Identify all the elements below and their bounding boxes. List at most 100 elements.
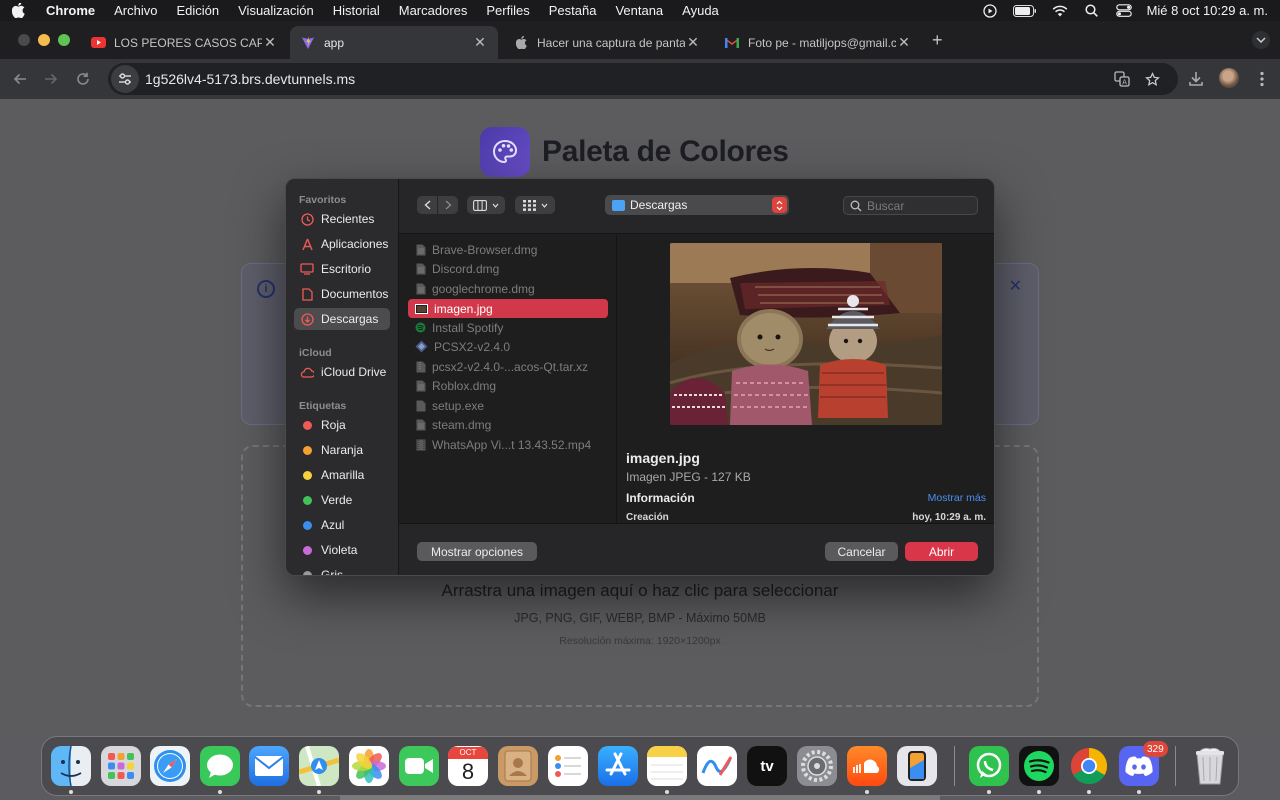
messages-icon[interactable] [200, 746, 240, 786]
tab-youtube[interactable]: LOS PEORES CASOS CAPTADOS ✕ [80, 26, 288, 59]
calendar-icon[interactable]: OCT 8 [448, 746, 488, 786]
wifi-icon[interactable] [1051, 4, 1069, 18]
site-info-icon[interactable] [111, 65, 139, 93]
app-store-icon[interactable] [598, 746, 638, 786]
facetime-icon[interactable] [399, 746, 439, 786]
apple-tv-icon[interactable]: tv [747, 746, 787, 786]
menu-archivo[interactable]: Archivo [114, 3, 157, 18]
tag-label: Amarilla [321, 468, 365, 482]
file-row[interactable]: Roblox.dmg [408, 376, 608, 395]
tag-roja[interactable]: Roja [294, 414, 390, 436]
tag-gris[interactable]: Gris [294, 564, 390, 575]
tag-amarilla[interactable]: Amarilla [294, 464, 390, 486]
file-row[interactable]: googlechrome.dmg [408, 279, 608, 298]
search-field[interactable]: Buscar [843, 196, 978, 215]
iphone-mirroring-icon[interactable] [897, 746, 937, 786]
close-tab-icon[interactable]: ✕ [685, 34, 701, 51]
tab-captura[interactable]: Hacer una captura de pantalla ✕ [503, 26, 711, 59]
close-tab-icon[interactable]: ✕ [472, 34, 488, 51]
cancel-button[interactable]: Cancelar [825, 542, 898, 561]
apple-menu-icon[interactable] [12, 3, 28, 18]
sidebar-item-icloud-drive[interactable]: iCloud Drive [294, 361, 390, 383]
launchpad-icon[interactable] [101, 746, 141, 786]
file-row[interactable]: PCSX2-v2.4.0 [408, 337, 608, 356]
address-bar[interactable]: 1g526lv4-5173.brs.devtunnels.ms A [108, 63, 1178, 95]
file-row[interactable]: steam.dmg [408, 415, 608, 434]
more-menu-icon[interactable] [1252, 69, 1272, 89]
menu-marcadores[interactable]: Marcadores [399, 3, 468, 18]
maps-icon[interactable] [299, 746, 339, 786]
menu-perfiles[interactable]: Perfiles [486, 3, 529, 18]
open-button[interactable]: Abrir [905, 542, 978, 561]
spotify-app-icon[interactable] [1019, 746, 1059, 786]
running-indicator [1087, 790, 1091, 794]
whatsapp-icon[interactable] [969, 746, 1009, 786]
control-center-icon[interactable] [1115, 4, 1133, 18]
safari-icon[interactable] [150, 746, 190, 786]
file-row[interactable]: setup.exe [408, 396, 608, 415]
close-window-button[interactable] [18, 34, 30, 46]
menu-app-chrome[interactable]: Chrome [46, 3, 95, 18]
menu-bar-clock[interactable]: Mié 8 oct 10:29 a. m. [1147, 3, 1268, 18]
file-row[interactable]: Install Spotify [408, 318, 608, 337]
file-row[interactable]: Discord.dmg [408, 259, 608, 278]
close-tab-icon[interactable]: ✕ [262, 34, 278, 51]
forward-chevron-icon[interactable] [438, 196, 458, 214]
sidebar-item-escritorio[interactable]: Escritorio [294, 258, 390, 280]
file-row[interactable]: Brave-Browser.dmg [408, 240, 608, 259]
menu-ventana[interactable]: Ventana [615, 3, 663, 18]
menu-historial[interactable]: Historial [333, 3, 380, 18]
minimize-window-button[interactable] [38, 34, 50, 46]
translate-icon[interactable]: A [1114, 71, 1130, 87]
tag-violeta[interactable]: Violeta [294, 539, 390, 561]
profile-avatar[interactable] [1219, 68, 1239, 88]
freeform-icon[interactable] [697, 746, 737, 786]
tab-search-button[interactable] [1252, 31, 1270, 49]
battery-icon[interactable] [1012, 4, 1037, 18]
tag-naranja[interactable]: Naranja [294, 439, 390, 461]
location-popup[interactable]: Descargas [605, 195, 789, 215]
finder-icon[interactable] [51, 746, 91, 786]
file-row-selected[interactable]: imagen.jpg [408, 299, 608, 318]
column-view-button[interactable] [467, 196, 505, 214]
soundcloud-icon[interactable] [847, 746, 887, 786]
trash-icon[interactable] [1190, 746, 1230, 786]
menu-pestana[interactable]: Pestaña [549, 3, 597, 18]
contacts-icon[interactable] [498, 746, 538, 786]
running-indicator [865, 790, 869, 794]
show-more-link[interactable]: Mostrar más [928, 492, 986, 504]
sidebar-item-recientes[interactable]: Recientes [294, 208, 390, 230]
tag-verde[interactable]: Verde [294, 489, 390, 511]
chrome-app-icon[interactable] [1069, 746, 1109, 786]
tab-app[interactable]: app ✕ [290, 26, 498, 59]
back-chevron-icon[interactable] [417, 196, 437, 214]
menu-edicion[interactable]: Edición [176, 3, 219, 18]
tag-azul[interactable]: Azul [294, 514, 390, 536]
file-row[interactable]: WhatsApp Vi...t 13.43.52.mp4 [408, 435, 608, 454]
show-options-button[interactable]: Mostrar opciones [417, 542, 537, 561]
system-settings-icon[interactable] [797, 746, 837, 786]
mail-icon[interactable] [249, 746, 289, 786]
notes-icon[interactable] [647, 746, 687, 786]
zoom-window-button[interactable] [58, 34, 70, 46]
menu-visualizacion[interactable]: Visualización [238, 3, 314, 18]
back-arrow-icon[interactable] [10, 69, 30, 89]
close-banner-icon[interactable]: ✕ [1009, 276, 1022, 296]
new-tab-button[interactable]: + [932, 30, 943, 51]
close-tab-icon[interactable]: ✕ [896, 34, 912, 51]
spotlight-search-icon[interactable] [1083, 4, 1101, 18]
sidebar-item-descargas[interactable]: Descargas [294, 308, 390, 330]
tab-gmail[interactable]: Foto pe - matiljops@gmail.com ✕ [714, 26, 922, 59]
menu-ayuda[interactable]: Ayuda [682, 3, 719, 18]
now-playing-icon[interactable] [981, 3, 999, 18]
download-icon[interactable] [1186, 69, 1206, 89]
forward-arrow-icon[interactable] [41, 69, 61, 89]
reload-icon[interactable] [73, 69, 93, 89]
photos-icon[interactable] [349, 746, 389, 786]
sidebar-item-documentos[interactable]: Documentos [294, 283, 390, 305]
reminders-icon[interactable] [548, 746, 588, 786]
file-row[interactable]: pcsx2-v2.4.0-...acos-Qt.tar.xz [408, 357, 608, 376]
sidebar-item-aplicaciones[interactable]: Aplicaciones [294, 233, 390, 255]
group-view-button[interactable] [515, 196, 555, 214]
bookmark-star-icon[interactable] [1144, 71, 1160, 87]
